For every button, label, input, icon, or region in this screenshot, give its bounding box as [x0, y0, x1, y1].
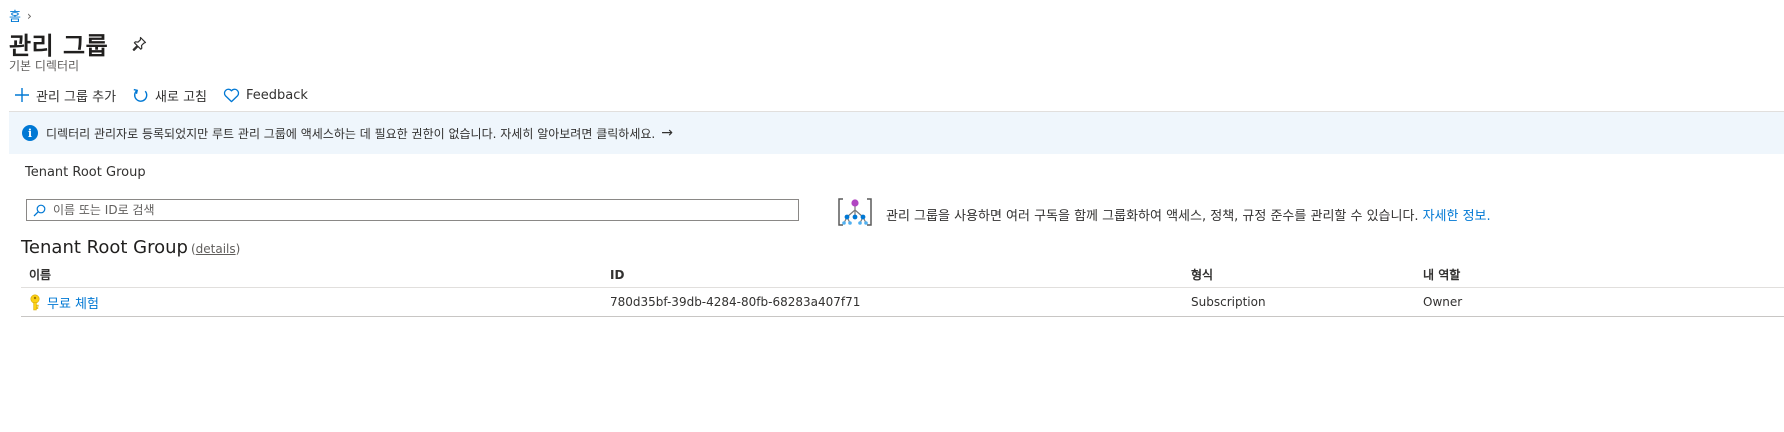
refresh-icon	[133, 88, 148, 102]
subscription-name-link[interactable]: 무료 체험	[47, 293, 99, 312]
chevron-right-icon: ›	[26, 8, 32, 23]
management-group-hierarchy-icon	[836, 196, 874, 232]
row-role-cell: Owner	[1423, 295, 1463, 309]
details-close-paren: )	[235, 242, 241, 256]
subscriptions-table: 이름 ID 형식 내 역할 무료 체험 780d35bf-39db-4284-8…	[21, 262, 1784, 317]
row-id-cell: 780d35bf-39db-4284-80fb-68283a407f71	[610, 295, 861, 309]
group-heading: Tenant Root Group (details)	[21, 237, 240, 258]
scope-label: Tenant Root Group	[25, 165, 146, 180]
page-title: 관리 그룹	[9, 32, 109, 60]
add-management-group-label: 관리 그룹 추가	[36, 89, 117, 105]
feedback-label: Feedback	[246, 87, 308, 103]
feedback-button[interactable]: Feedback	[223, 88, 308, 103]
details-link-text: details	[195, 242, 236, 256]
info-icon: i	[22, 125, 38, 141]
search-input[interactable]	[51, 202, 771, 218]
arrow-right-icon: →	[661, 125, 673, 141]
search-icon	[33, 204, 46, 216]
search-box[interactable]	[26, 199, 799, 221]
info-banner-message: 디렉터리 관리자로 등록되었지만 루트 관리 그룹에 액세스하는 데 필요한 권…	[46, 126, 656, 141]
page-subtitle: 기본 디렉터리	[9, 59, 80, 73]
title-row: 관리 그룹	[9, 26, 148, 61]
pin-icon[interactable]	[130, 35, 148, 53]
learn-more-link[interactable]: 자세한 정보.	[1423, 205, 1491, 224]
column-header-role[interactable]: 내 역할	[1423, 266, 1723, 283]
permission-info-banner[interactable]: i 디렉터리 관리자로 등록되었지만 루트 관리 그룹에 액세스하는 데 필요한…	[9, 111, 1784, 154]
row-name-cell: 무료 체험	[21, 293, 610, 312]
row-type-cell: Subscription	[1191, 295, 1266, 309]
breadcrumb-home-link[interactable]: 홈	[9, 6, 21, 25]
details-link[interactable]: (details)	[191, 242, 240, 256]
breadcrumb: 홈 ›	[9, 6, 32, 26]
column-header-type[interactable]: 형식	[1191, 266, 1423, 283]
plus-icon	[15, 88, 29, 102]
column-header-name[interactable]: 이름	[21, 266, 610, 283]
refresh-label: 새로 고침	[155, 89, 208, 105]
subscription-key-icon	[30, 294, 40, 310]
heart-icon	[223, 88, 240, 102]
management-group-description: 관리 그룹을 사용하면 여러 구독을 함께 그룹화하여 액세스, 정책, 규정 …	[836, 196, 1491, 232]
management-group-description-text: 관리 그룹을 사용하면 여러 구독을 함께 그룹화하여 액세스, 정책, 규정 …	[886, 208, 1419, 224]
column-header-id[interactable]: ID	[610, 268, 1191, 282]
table-row[interactable]: 무료 체험 780d35bf-39db-4284-80fb-68283a407f…	[21, 288, 1784, 317]
command-bar: 관리 그룹 추가 새로 고침 Feedback	[14, 84, 324, 106]
add-management-group-button[interactable]: 관리 그룹 추가	[14, 86, 116, 105]
table-header: 이름 ID 형식 내 역할	[21, 262, 1784, 288]
group-title: Tenant Root Group	[21, 237, 188, 258]
refresh-button[interactable]: 새로 고침	[132, 86, 207, 105]
